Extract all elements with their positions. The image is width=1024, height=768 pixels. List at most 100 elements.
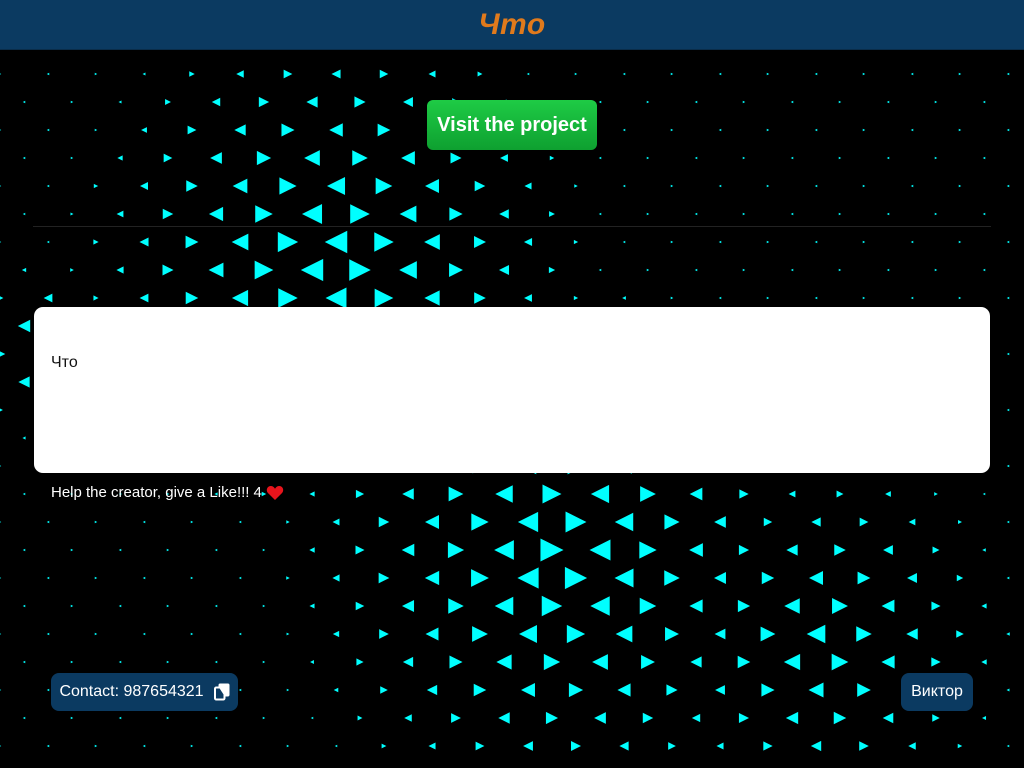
pattern-triangle bbox=[910, 184, 914, 188]
pattern-triangle bbox=[665, 627, 679, 641]
pattern-triangle bbox=[910, 240, 914, 244]
pattern-triangle bbox=[380, 686, 388, 694]
pattern-triangle bbox=[574, 72, 578, 76]
pattern-triangle bbox=[957, 743, 963, 749]
pattern-triangle bbox=[1006, 352, 1010, 356]
pattern-triangle bbox=[718, 128, 722, 132]
pattern-triangle bbox=[332, 518, 340, 526]
pattern-triangle bbox=[617, 683, 631, 697]
pattern-triangle bbox=[162, 208, 174, 220]
pattern-triangle bbox=[0, 577, 2, 579]
pattern-triangle bbox=[22, 548, 26, 552]
pattern-triangle bbox=[238, 688, 242, 692]
pattern-triangle bbox=[70, 716, 74, 720]
pattern-triangle bbox=[0, 185, 2, 187]
pattern-triangle bbox=[982, 268, 986, 272]
pattern-triangle bbox=[214, 716, 218, 720]
pattern-triangle bbox=[306, 96, 318, 108]
pattern-triangle bbox=[401, 543, 415, 557]
pattern-triangle bbox=[286, 744, 290, 748]
pattern-triangle bbox=[428, 70, 436, 78]
pattern-triangle bbox=[424, 570, 440, 586]
page-title: Что bbox=[478, 7, 546, 41]
pattern-triangle bbox=[523, 237, 533, 247]
pattern-triangle bbox=[142, 72, 146, 76]
pattern-triangle bbox=[934, 492, 938, 496]
pattern-triangle bbox=[140, 182, 148, 190]
pattern-triangle bbox=[766, 296, 770, 300]
pattern-triangle bbox=[208, 262, 224, 278]
pattern-triangle bbox=[958, 296, 962, 300]
pattern-triangle bbox=[908, 518, 916, 526]
pattern-triangle bbox=[646, 100, 650, 104]
pattern-triangle bbox=[214, 660, 218, 664]
pattern-triangle bbox=[742, 268, 746, 272]
pattern-triangle bbox=[187, 125, 197, 135]
pattern-triangle bbox=[494, 540, 514, 560]
pattern-triangle bbox=[94, 128, 98, 132]
contact-button[interactable]: Contact: 987654321 bbox=[51, 673, 238, 711]
pattern-triangle bbox=[598, 156, 602, 160]
contact-text: Contact: 987654321 bbox=[59, 683, 204, 700]
pattern-triangle bbox=[286, 632, 290, 636]
pattern-triangle bbox=[622, 72, 626, 76]
pattern-triangle bbox=[355, 545, 365, 555]
pattern-triangle bbox=[500, 154, 508, 162]
copy-icon[interactable] bbox=[213, 683, 230, 701]
pattern-triangle bbox=[354, 96, 366, 108]
pattern-triangle bbox=[46, 744, 50, 748]
pattern-triangle bbox=[46, 688, 50, 692]
pattern-triangle bbox=[622, 128, 626, 132]
pattern-triangle bbox=[763, 517, 773, 527]
pattern-triangle bbox=[598, 100, 602, 104]
pattern-triangle bbox=[761, 683, 775, 697]
pattern-triangle bbox=[309, 547, 315, 553]
pattern-triangle bbox=[262, 660, 266, 664]
pattern-triangle bbox=[334, 744, 338, 748]
pattern-triangle bbox=[934, 156, 938, 160]
pattern-triangle bbox=[541, 595, 563, 617]
pattern-triangle bbox=[543, 653, 561, 671]
pattern-triangle bbox=[0, 73, 2, 75]
pattern-triangle bbox=[517, 511, 539, 533]
pattern-triangle bbox=[0, 689, 2, 691]
pattern-triangle bbox=[286, 576, 290, 580]
page-header: Что bbox=[0, 0, 1024, 50]
like-button[interactable]: Help the creator, give a Like!!! 4 bbox=[51, 484, 284, 501]
pattern-triangle bbox=[498, 264, 510, 276]
pattern-triangle bbox=[471, 513, 489, 531]
pattern-triangle bbox=[356, 658, 364, 666]
pattern-triangle bbox=[118, 548, 122, 552]
pattern-triangle bbox=[811, 517, 821, 527]
pattern-triangle bbox=[790, 100, 794, 104]
pattern-triangle bbox=[742, 212, 746, 216]
pattern-triangle bbox=[495, 485, 513, 503]
pattern-triangle bbox=[859, 517, 869, 527]
pattern-triangle bbox=[473, 683, 487, 697]
author-button[interactable]: Виктор bbox=[901, 673, 973, 711]
pattern-triangle bbox=[906, 628, 918, 640]
pattern-triangle bbox=[401, 599, 415, 613]
pattern-triangle bbox=[214, 548, 218, 552]
pattern-triangle bbox=[186, 180, 198, 192]
pattern-triangle bbox=[564, 566, 588, 590]
pattern-triangle bbox=[881, 599, 895, 613]
pattern-triangle bbox=[46, 184, 50, 188]
pattern-triangle bbox=[763, 741, 773, 751]
pattern-triangle bbox=[279, 177, 297, 195]
pattern-triangle bbox=[374, 232, 394, 252]
pattern-triangle bbox=[524, 182, 532, 190]
pattern-triangle bbox=[118, 716, 122, 720]
pattern-triangle bbox=[981, 603, 987, 609]
pattern-triangle bbox=[424, 234, 440, 250]
pattern-triangle bbox=[471, 569, 489, 587]
pattern-triangle bbox=[958, 72, 962, 76]
pattern-triangle bbox=[139, 237, 149, 247]
pattern-triangle bbox=[333, 687, 339, 693]
pattern-triangle bbox=[498, 712, 510, 724]
pattern-triangle bbox=[690, 656, 702, 668]
pattern-triangle bbox=[234, 124, 246, 136]
visit-project-button[interactable]: Visit the project bbox=[427, 100, 597, 150]
pattern-triangle bbox=[379, 69, 389, 79]
pattern-triangle bbox=[886, 212, 890, 216]
